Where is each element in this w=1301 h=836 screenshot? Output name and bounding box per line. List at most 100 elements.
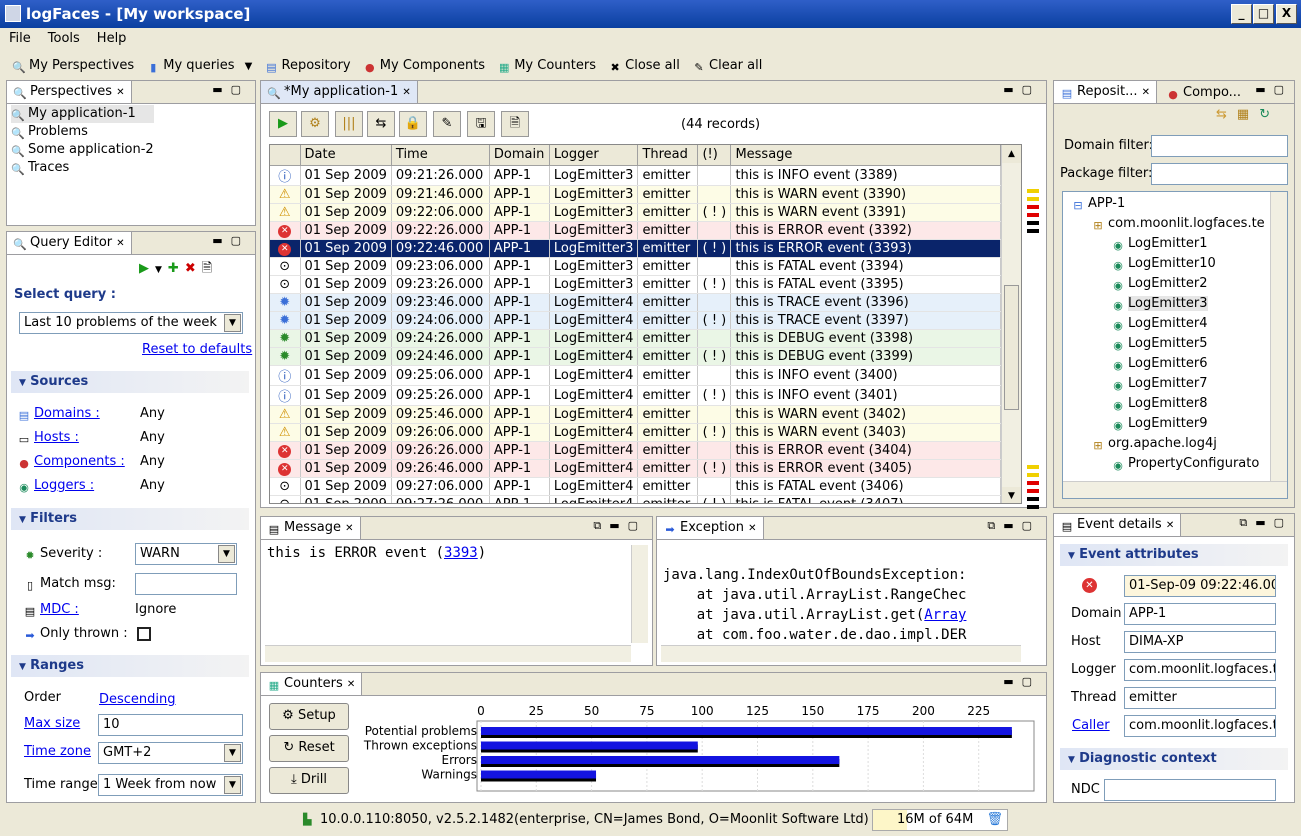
view-controls[interactable]: ▬▢ xyxy=(1255,83,1292,96)
run-icon[interactable]: ▶ xyxy=(139,261,155,276)
lock-button[interactable]: 🔒 xyxy=(399,111,427,137)
severity-select[interactable]: WARN ▼ xyxy=(135,543,237,565)
close-icon[interactable]: ✕ xyxy=(116,87,124,98)
tree-item[interactable]: ◉ LogEmitter5 xyxy=(1063,334,1287,354)
add-icon[interactable]: ✚ xyxy=(168,261,185,276)
table-row[interactable]: ✹ 01 Sep 2009 09:24:06.000 APP-1 LogEmitter4… xyxy=(270,311,1001,330)
maximize-button[interactable]: □ xyxy=(1253,4,1274,24)
scroll-thumb[interactable] xyxy=(1004,285,1019,410)
table-row[interactable]: ⓘ 01 Sep 2009 09:25:06.000 APP-1 LogEmitter4… xyxy=(270,365,1001,386)
refresh-icon[interactable]: ↻ xyxy=(1259,107,1280,122)
list-item[interactable]: 🔍 Some application-2 xyxy=(11,141,154,159)
caller-link[interactable]: Caller xyxy=(1072,718,1110,733)
tree-item[interactable]: ◉ LogEmitter10 xyxy=(1063,254,1287,274)
tree-item[interactable]: ◉ LogEmitter3 xyxy=(1063,294,1287,314)
max-size-input[interactable]: 10 xyxy=(98,714,243,736)
close-icon[interactable]: ✕ xyxy=(116,238,124,249)
scroll-up-icon[interactable]: ▲ xyxy=(1002,145,1021,163)
col-domain[interactable]: Domain xyxy=(489,145,550,166)
tree-item[interactable]: ◉ LogEmitter4 xyxy=(1063,314,1287,334)
close-window-button[interactable]: X xyxy=(1276,4,1297,24)
overview-marker[interactable] xyxy=(1027,481,1039,485)
reset-button[interactable]: ↻ Reset xyxy=(269,735,349,762)
max-size-link[interactable]: Max size xyxy=(24,716,80,731)
order-link[interactable]: Descending xyxy=(99,692,176,707)
bar[interactable] xyxy=(481,756,840,764)
chevron-down-icon[interactable]: ▼ xyxy=(245,61,253,72)
tree-item[interactable]: ◉ LogEmitter6 xyxy=(1063,354,1287,374)
drill-button[interactable]: ⤓ Drill xyxy=(269,767,349,794)
view-controls[interactable]: ▬▢ xyxy=(1003,675,1040,688)
col-time[interactable]: Time xyxy=(391,145,490,166)
close-icon[interactable]: ✕ xyxy=(1142,87,1150,98)
view-controls[interactable]: ▬▢ xyxy=(212,234,249,247)
tab-event-details[interactable]: ▤ Event details ✕ xyxy=(1054,514,1182,536)
overview-marker[interactable] xyxy=(1027,497,1039,501)
export-button[interactable]: 🗎 xyxy=(501,111,529,137)
filters-section[interactable]: ▼ Filters xyxy=(11,508,249,530)
chevron-down-icon[interactable]: ▼ xyxy=(224,744,241,762)
table-row[interactable]: ⚠ 01 Sep 2009 09:26:06.000 APP-1 LogEmitter4… xyxy=(270,423,1001,442)
tab-counters[interactable]: ▦ Counters ✕ xyxy=(261,673,363,695)
bar[interactable] xyxy=(481,727,1012,735)
table-row[interactable]: ⓘ 01 Sep 2009 09:25:26.000 APP-1 LogEmitter4… xyxy=(270,385,1001,406)
list-item[interactable]: 🔍 Problems xyxy=(11,123,154,141)
autoscroll-button[interactable]: ⇆ xyxy=(367,111,395,137)
table-row[interactable]: ⚠ 01 Sep 2009 09:21:46.000 APP-1 LogEmitter3… xyxy=(270,185,1001,204)
hosts-link[interactable]: Hosts : xyxy=(34,430,79,445)
sources-section[interactable]: ▼ Sources xyxy=(11,371,249,393)
tree-item[interactable]: ◉ LogEmitter7 xyxy=(1063,374,1287,394)
diagnostic-context-section[interactable]: ▼ Diagnostic context xyxy=(1060,748,1288,770)
logger-field[interactable]: com.moonlit.logfaces.te xyxy=(1124,659,1276,681)
table-row[interactable]: ✹ 01 Sep 2009 09:24:46.000 APP-1 LogEmitter4… xyxy=(270,347,1001,366)
query-select[interactable]: Last 10 problems of the week ▼ xyxy=(19,312,243,334)
overview-marker[interactable] xyxy=(1027,213,1039,217)
tree-scrollbar-v[interactable] xyxy=(1270,192,1287,482)
bar[interactable] xyxy=(481,770,597,779)
table-row[interactable]: ⊙ 01 Sep 2009 09:27:26.000 APP-1 LogEmitter4… xyxy=(270,495,1001,503)
close-icon[interactable]: ✕ xyxy=(345,523,353,534)
sync-icon[interactable]: ⇆ xyxy=(1216,107,1237,122)
columns-button[interactable]: ||| xyxy=(335,111,363,137)
table-row[interactable]: ⊙ 01 Sep 2009 09:23:26.000 APP-1 LogEmitter3… xyxy=(270,275,1001,294)
tab-message[interactable]: ▤ Message ✕ xyxy=(261,517,361,539)
menu-help[interactable]: Help xyxy=(97,31,127,46)
ranges-section[interactable]: ▼ Ranges xyxy=(11,655,249,677)
table-row[interactable]: ✕ 01 Sep 2009 09:22:46.000 APP-1 LogEmitter3… xyxy=(270,239,1001,258)
view-controls[interactable]: ⧉▬▢ xyxy=(1239,516,1292,530)
package-filter-input[interactable] xyxy=(1151,163,1288,185)
tree-scrollbar-h[interactable] xyxy=(1063,481,1287,498)
view-controls[interactable]: ⧉▬▢ xyxy=(987,519,1040,533)
tab-exception[interactable]: ➡ Exception ✕ xyxy=(657,517,764,539)
reset-defaults-link[interactable]: Reset to defaults xyxy=(142,342,252,357)
domain-field[interactable]: APP-1 xyxy=(1124,603,1276,625)
overview-marker[interactable] xyxy=(1027,489,1039,493)
close-icon[interactable]: ✕ xyxy=(1166,520,1174,531)
mdc-link[interactable]: MDC : xyxy=(40,602,79,617)
message-id-link[interactable]: 3393 xyxy=(444,545,478,561)
domains-link[interactable]: Domains : xyxy=(34,406,100,421)
chevron-down-icon[interactable]: ▼ xyxy=(224,776,241,794)
tree-item[interactable]: ◉ LogEmitter9 xyxy=(1063,414,1287,434)
message-scrollbar-v[interactable] xyxy=(631,545,648,643)
event-attributes-section[interactable]: ▼ Event attributes xyxy=(1060,544,1288,566)
loggers-link[interactable]: Loggers : xyxy=(34,478,94,493)
menu-file[interactable]: File xyxy=(9,31,31,46)
tree-item[interactable]: ⊞ com.moonlit.logfaces.te xyxy=(1063,214,1287,234)
chevron-down-icon[interactable]: ▼ xyxy=(224,314,241,332)
tab-components[interactable]: ● Compo... xyxy=(1166,82,1241,103)
list-item[interactable]: 🔍 Traces xyxy=(11,159,154,177)
table-row[interactable]: ✕ 01 Sep 2009 09:26:46.000 APP-1 LogEmitter4… xyxy=(270,459,1001,478)
save-button[interactable]: 🖫 xyxy=(467,111,495,137)
match-msg-input[interactable] xyxy=(135,573,237,595)
exception-scrollbar-h[interactable] xyxy=(661,645,1021,662)
col-thread[interactable]: Thread xyxy=(637,145,699,166)
table-row[interactable]: ⚠ 01 Sep 2009 09:22:06.000 APP-1 LogEmitter3… xyxy=(270,203,1001,222)
menu-tools[interactable]: Tools xyxy=(48,31,80,46)
table-row[interactable]: ✕ 01 Sep 2009 09:26:26.000 APP-1 LogEmitter4… xyxy=(270,441,1001,460)
trash-icon[interactable]: 🗑 xyxy=(986,806,1003,834)
exception-source-link[interactable]: Array xyxy=(924,607,966,623)
tree-item[interactable]: ◉ LogEmitter8 xyxy=(1063,394,1287,414)
counters-button[interactable]: ▦ My Counters xyxy=(497,53,596,79)
time-zone-select[interactable]: GMT+2 ▼ xyxy=(98,742,243,764)
